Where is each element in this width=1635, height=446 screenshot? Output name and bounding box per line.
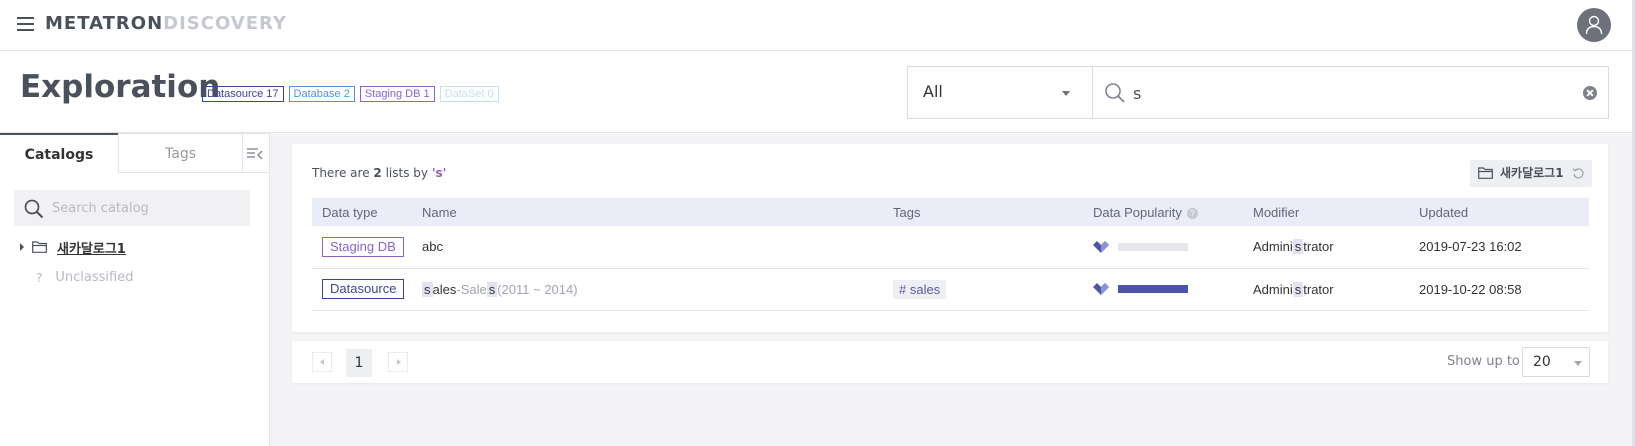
collapse-panel-button[interactable] [243, 133, 270, 173]
catalog-tree-label: 새카달로그1 [57, 241, 126, 257]
selected-catalog-chip[interactable]: 새카달로그1 [1470, 160, 1592, 187]
column-header-name[interactable]: Name [412, 198, 883, 226]
row-popularity [1083, 226, 1243, 269]
search-scope-value: All [923, 82, 943, 101]
chevron-down-icon [1574, 361, 1582, 366]
previous-page-button[interactable] [312, 352, 332, 372]
reset-icon[interactable] [1572, 167, 1585, 180]
page-size-select[interactable]: 20 [1522, 347, 1590, 377]
app-logo[interactable]: METATRONDISCOVERY [45, 13, 287, 34]
row-name[interactable]: s ales-Sale s (2011 ~ 2014) [412, 268, 883, 311]
user-avatar[interactable] [1577, 8, 1611, 42]
tab-tags[interactable]: Tags [118, 133, 243, 173]
database-count-badge[interactable]: Database 2 [288, 86, 355, 102]
chevron-left-icon [320, 359, 324, 365]
catalog-search-input[interactable] [52, 199, 242, 217]
row-modifier: Admini s trator [1243, 226, 1409, 269]
chevron-right-icon [397, 359, 401, 365]
table-row[interactable]: Staging DB abc Admini s trator 2019-07-23 … [312, 226, 1589, 269]
modifier-text-b: trator [1303, 281, 1334, 297]
folder-icon [1478, 167, 1493, 179]
data-type-badge: Staging DB [322, 236, 404, 257]
popularity-icon [1093, 283, 1109, 295]
search-box [1092, 66, 1609, 119]
search-icon [24, 199, 44, 219]
user-icon [1585, 15, 1603, 35]
row-name[interactable]: abc [412, 226, 883, 269]
unclassified-item[interactable]: ? Unclassified [36, 270, 133, 285]
column-header-modifier[interactable]: Modifier [1243, 198, 1409, 226]
row-updated: 2019-10-22 08:58 [1409, 268, 1589, 311]
row-name-text: abc [422, 239, 443, 255]
collapse-panel-icon [247, 148, 263, 160]
popularity-bar [1118, 285, 1188, 293]
modifier-highlight: s [1292, 239, 1304, 255]
row-modifier: Admini s trator [1243, 268, 1409, 311]
logo-primary: METATRON [45, 13, 164, 34]
column-header-popularity-label: Data Popularity [1093, 204, 1182, 220]
modifier-text-b: trator [1303, 239, 1334, 255]
column-header-popularity[interactable]: Data Popularity? [1083, 198, 1243, 226]
result-summary: There are 2 lists by 's' [312, 166, 446, 180]
catalog-search [14, 190, 250, 226]
name-highlight: s [422, 281, 433, 297]
results-table: Data type Name Tags Data Popularity? Mod… [312, 198, 1589, 311]
tab-catalogs[interactable]: Catalogs [0, 133, 118, 173]
search-scope-select[interactable]: All [907, 66, 1093, 119]
page-size-value: 20 [1533, 354, 1551, 370]
table-header-row: Data type Name Tags Data Popularity? Mod… [312, 198, 1589, 226]
column-header-type[interactable]: Data type [312, 198, 412, 226]
pagination-bar: 1 Show up to 20 [292, 341, 1608, 383]
row-tags: # sales [883, 268, 1083, 311]
page-number-current[interactable]: 1 [346, 349, 372, 377]
count-badges: Datasource 17 Database 2 Staging DB 1 Da… [202, 86, 499, 102]
column-header-updated[interactable]: Updated [1409, 198, 1589, 226]
name-separator: -Sale [456, 281, 487, 297]
help-icon[interactable]: ? [1186, 207, 1198, 219]
folder-icon [32, 241, 47, 253]
selected-catalog-label: 새카달로그1 [1500, 166, 1564, 180]
summary-query: 's' [431, 166, 447, 180]
page-title: Exploration [20, 69, 221, 105]
name-text-b: (2011 ~ 2014) [497, 281, 578, 297]
modifier-text-a: Admini [1253, 281, 1293, 297]
tag-chip[interactable]: # sales [893, 279, 947, 299]
staging-count-badge[interactable]: Staging DB 1 [359, 86, 435, 102]
menu-icon[interactable] [17, 17, 34, 31]
popularity-icon [1093, 240, 1109, 253]
search-input[interactable] [1133, 81, 1563, 105]
expand-caret-icon[interactable] [20, 243, 24, 251]
summary-mid: lists by [381, 166, 432, 180]
popularity-bar-fill [1118, 285, 1188, 293]
next-page-button[interactable] [388, 352, 408, 372]
summary-count: 2 [373, 166, 382, 180]
search-icon [1105, 83, 1125, 103]
clear-search-icon[interactable] [1583, 86, 1597, 100]
row-popularity [1083, 268, 1243, 311]
chevron-down-icon [1062, 91, 1070, 96]
question-icon: ? [36, 270, 43, 285]
table-row[interactable]: Datasource s ales-Sale s (2011 ~ 2014) # sa… [312, 268, 1589, 311]
logo-secondary: DISCOVERY [163, 13, 287, 34]
modifier-highlight: s [1292, 281, 1304, 297]
catalog-tree-item[interactable]: 새카달로그1 [20, 237, 126, 257]
popularity-bar [1118, 242, 1188, 251]
show-up-to-label: Show up to [1447, 354, 1520, 369]
datasource-count-badge[interactable]: Datasource 17 [202, 86, 284, 102]
name-text-a: ales [432, 281, 457, 297]
results-card: There are 2 lists by 's' 새카달로그1 Data typ… [292, 144, 1608, 332]
summary-prefix: There are [312, 166, 374, 180]
unclassified-label: Unclassified [55, 270, 134, 285]
name-highlight: s [486, 281, 498, 297]
column-header-tags[interactable]: Tags [883, 198, 1083, 226]
row-tags [883, 226, 1083, 269]
row-updated: 2019-07-23 16:02 [1409, 226, 1589, 269]
modifier-text-a: Admini [1253, 239, 1293, 255]
data-type-badge: Datasource [322, 279, 405, 299]
dataset-count-badge[interactable]: DataSet 0 [439, 86, 499, 102]
top-bar: METATRONDISCOVERY [0, 0, 1635, 51]
catalog-panel: Catalogs Tags 새카달로그1 ? Unclassified [0, 133, 270, 446]
